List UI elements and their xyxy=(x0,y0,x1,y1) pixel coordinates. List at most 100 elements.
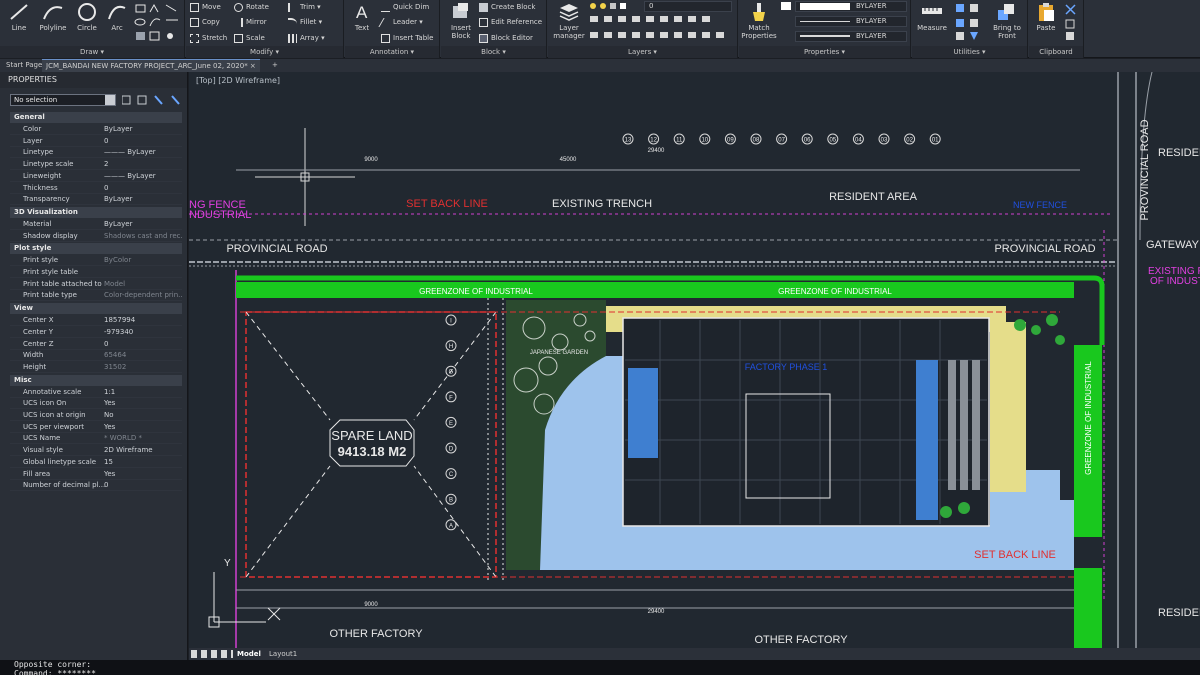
stretch-button[interactable]: Stretch xyxy=(190,31,227,45)
quick-dim-button[interactable]: Quick Dim xyxy=(381,0,429,14)
circle-button[interactable]: Circle xyxy=(72,2,102,32)
utilities-tools-icons[interactable] xyxy=(954,2,986,42)
section-view[interactable]: View xyxy=(10,303,182,315)
property-value[interactable]: ByColor xyxy=(104,255,182,266)
property-value[interactable]: 2 xyxy=(104,159,182,170)
insert-table-button[interactable]: Insert Table xyxy=(381,31,433,45)
property-row[interactable]: Global linetype scale 15 xyxy=(10,457,182,468)
tab-model[interactable]: Model xyxy=(237,648,261,660)
add-tab-button[interactable]: + xyxy=(268,59,282,72)
property-value[interactable]: ——— ByLayer xyxy=(104,147,182,158)
block-editor-button[interactable]: Block Editor xyxy=(479,31,533,45)
property-value[interactable]: * WORLD * xyxy=(104,433,182,444)
property-value[interactable]: 65464 xyxy=(104,350,182,361)
property-row[interactable]: Linetype ——— ByLayer xyxy=(10,147,182,159)
property-value[interactable]: 0 xyxy=(104,480,182,491)
property-value[interactable]: Yes xyxy=(104,398,182,409)
property-row[interactable]: Annotative scale 1:1 xyxy=(10,387,182,398)
trim-button[interactable]: Trim ▾ xyxy=(288,0,321,14)
create-block-button[interactable]: Create Block xyxy=(479,0,535,14)
layer-manager-button[interactable]: Layer manager xyxy=(551,2,587,40)
line-button[interactable]: Line xyxy=(4,2,34,32)
section-plot[interactable]: Plot style xyxy=(10,243,182,255)
property-row[interactable]: Height 31502 xyxy=(10,362,182,373)
draw-tools-icon[interactable] xyxy=(134,2,182,44)
property-value[interactable]: 0 xyxy=(104,339,182,350)
close-tab-icon[interactable]: × xyxy=(250,62,256,70)
property-row[interactable]: Print table attached to Model xyxy=(10,279,182,290)
property-row[interactable]: Visual style 2D Wireframe xyxy=(10,445,182,457)
drawing-canvas[interactable]: FACTORY PHASE 1 NEW FENCE 13 12 11 10 09 08 07… xyxy=(189,71,1200,648)
drawing-svg[interactable]: FACTORY PHASE 1 NEW FENCE 13 12 11 10 09 08 07… xyxy=(189,71,1200,648)
property-value[interactable]: No xyxy=(104,410,182,421)
property-row[interactable]: Center Y -979340 xyxy=(10,327,182,338)
mirror-button[interactable]: Mirror xyxy=(234,15,267,29)
property-row[interactable]: Fill area Yes xyxy=(10,469,182,480)
property-row[interactable]: Linetype scale 2 xyxy=(10,159,182,171)
property-row[interactable]: Color ByLayer xyxy=(10,124,182,135)
arc-button[interactable]: Arc xyxy=(102,2,132,32)
property-row[interactable]: Print table type Color-dependent prin... xyxy=(10,290,182,302)
property-value[interactable]: 0 xyxy=(104,183,182,194)
property-value[interactable]: Shadows cast and rec... xyxy=(104,231,182,242)
move-button[interactable]: Move xyxy=(190,0,221,14)
selection-dropdown[interactable]: No selection xyxy=(10,94,116,106)
insert-block-button[interactable]: Insert Block xyxy=(445,2,477,40)
polyline-button[interactable]: Polyline xyxy=(36,2,70,32)
rotate-button[interactable]: Rotate xyxy=(234,0,269,14)
property-row[interactable]: Layer 0 xyxy=(10,136,182,147)
tab-layout1[interactable]: Layout1 xyxy=(269,648,297,660)
property-value[interactable]: ByLayer xyxy=(104,219,182,230)
property-row[interactable]: Center X 1857994 xyxy=(10,315,182,327)
section-viz[interactable]: 3D Visualization xyxy=(10,206,182,218)
property-value[interactable]: 0 xyxy=(104,136,182,147)
section-general[interactable]: General xyxy=(10,112,182,123)
property-row[interactable]: Print style table xyxy=(10,267,182,278)
lineweight-dropdown[interactable]: BYLAYER xyxy=(795,31,907,42)
tab-document[interactable]: JCM_BANDAI NEW FACTORY PROJECT_ARC_June … xyxy=(42,59,260,72)
property-row[interactable]: UCS icon at origin No xyxy=(10,410,182,421)
command-line[interactable]: Opposite corner: Command: ******** xyxy=(0,660,1200,675)
property-row[interactable]: Material ByLayer xyxy=(10,219,182,230)
bring-to-front-button[interactable]: Bring to Front xyxy=(988,2,1026,40)
copy-button[interactable]: Copy xyxy=(190,15,220,29)
property-value[interactable]: Color-dependent prin... xyxy=(104,290,182,301)
property-row[interactable]: Center Z 0 xyxy=(10,339,182,350)
color-dropdown[interactable]: BYLAYER xyxy=(795,1,907,12)
paste-button[interactable]: Paste xyxy=(1031,2,1061,32)
property-row[interactable]: UCS per viewport Yes xyxy=(10,422,182,433)
property-row[interactable]: Width 65464 xyxy=(10,350,182,362)
leader-button[interactable]: Leader ▾ xyxy=(378,15,423,29)
property-value[interactable]: 1:1 xyxy=(104,387,182,398)
property-row[interactable]: Transparency ByLayer xyxy=(10,194,182,206)
property-value[interactable]: Model xyxy=(104,279,182,290)
property-value[interactable]: 31502 xyxy=(104,362,182,373)
property-value[interactable]: Yes xyxy=(104,422,182,433)
tab-nav-arrows-icon[interactable] xyxy=(191,650,233,658)
edit-reference-button[interactable]: Edit Reference xyxy=(479,15,542,29)
linetype-dropdown[interactable]: BYLAYER xyxy=(795,16,907,27)
scale-button[interactable]: Scale xyxy=(234,31,265,45)
property-row[interactable]: UCS icon On Yes xyxy=(10,398,182,410)
fillet-button[interactable]: Fillet ▾ xyxy=(288,15,322,29)
property-value[interactable]: 2D Wireframe xyxy=(104,445,182,456)
property-value[interactable]: 15 xyxy=(104,457,182,468)
property-value[interactable]: ByLayer xyxy=(104,194,182,205)
property-row[interactable]: Thickness 0 xyxy=(10,183,182,194)
measure-button[interactable]: Measure xyxy=(915,2,949,32)
property-value[interactable]: 1857994 xyxy=(104,315,182,326)
match-properties-button[interactable]: Match Properties xyxy=(741,2,777,40)
array-button[interactable]: Array ▾ xyxy=(288,31,325,45)
property-value[interactable]: ByLayer xyxy=(104,124,182,135)
property-row[interactable]: Number of decimal pl... 0 xyxy=(10,480,182,492)
section-misc[interactable]: Misc xyxy=(10,374,182,386)
tab-start-page[interactable]: Start Page xyxy=(2,59,46,72)
property-row[interactable]: UCS Name * WORLD * xyxy=(10,433,182,445)
selection-tools-icons[interactable] xyxy=(122,95,182,105)
text-button[interactable]: A Text xyxy=(347,2,377,32)
property-row[interactable]: Print style ByColor xyxy=(10,255,182,267)
property-row[interactable]: Shadow display Shadows cast and rec... xyxy=(10,231,182,242)
current-layer-dropdown[interactable]: 0 xyxy=(644,1,732,12)
property-value[interactable]: Yes xyxy=(104,469,182,480)
property-value[interactable]: ——— ByLayer xyxy=(104,171,182,182)
